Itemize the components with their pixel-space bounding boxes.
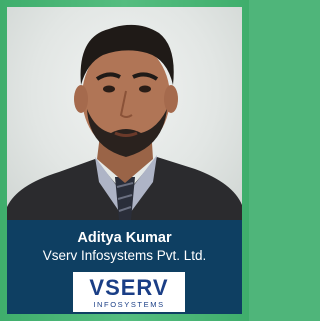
info-panel: Aditya Kumar Vserv Infosystems Pvt. Ltd.… [7,220,242,314]
logo-subtitle: INFOSYSTEMS [93,300,165,309]
profile-photo [7,7,242,220]
logo-wordmark: VSERV [89,275,169,300]
company-logo: VSERV INFOSYSTEMS [73,272,185,312]
person-name: Aditya Kumar [77,230,172,246]
person-portrait [7,24,242,220]
company-name: Vserv Infosystems Pvt. Ltd. [42,248,207,263]
profile-card: Aditya Kumar Vserv Infosystems Pvt. Ltd.… [0,0,249,321]
